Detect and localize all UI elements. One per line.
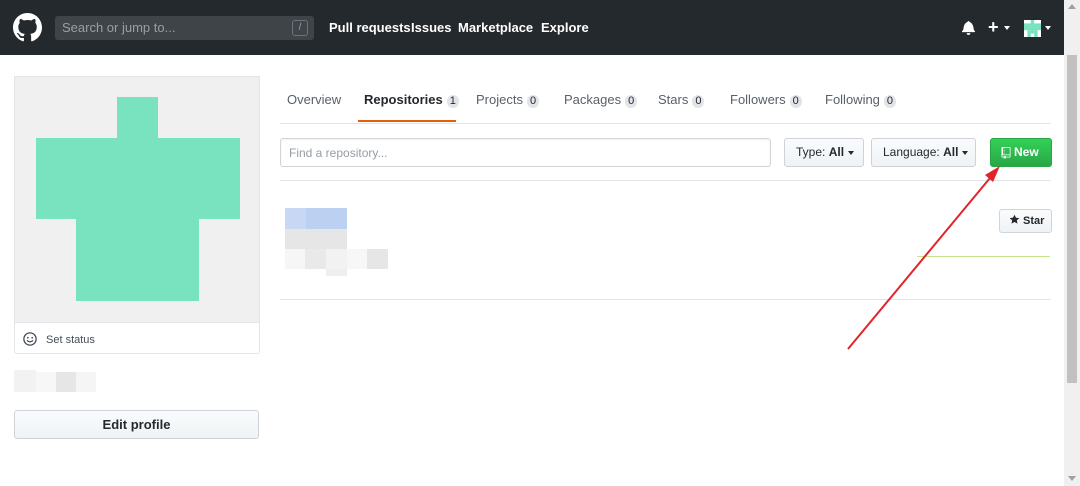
scroll-down-icon[interactable] xyxy=(1068,476,1076,481)
annotation-arrow-icon xyxy=(847,166,1000,350)
scrollbar-thumb[interactable] xyxy=(1067,55,1077,383)
scroll-up-icon[interactable] xyxy=(1068,4,1076,9)
